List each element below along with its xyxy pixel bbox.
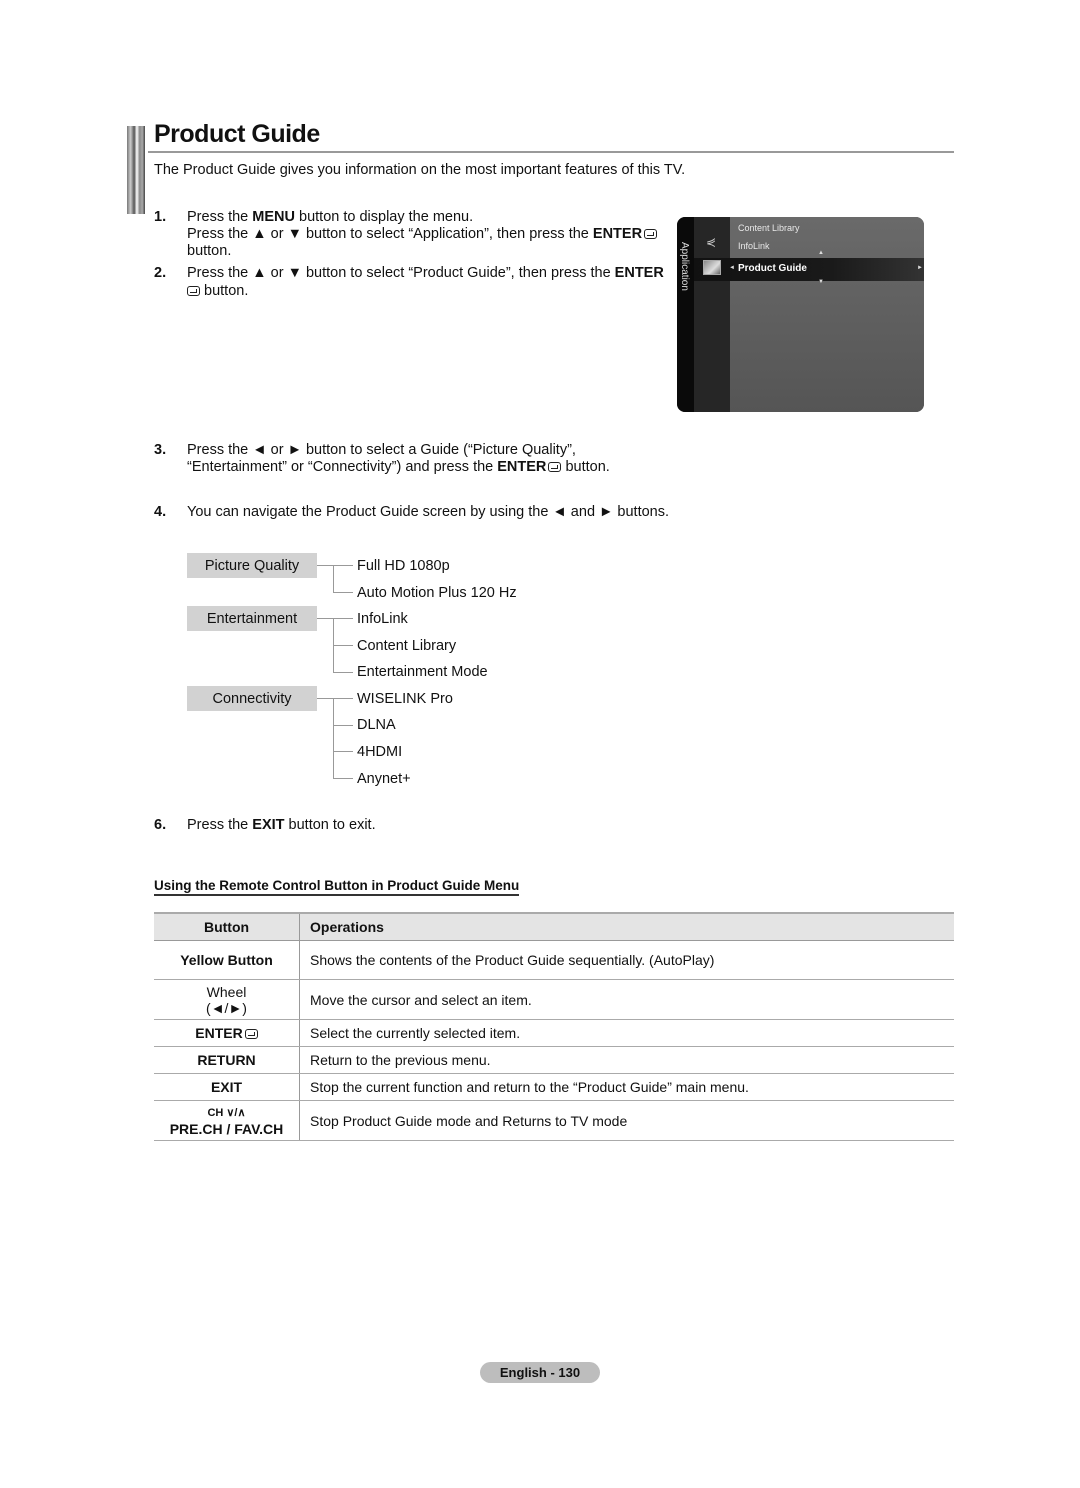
guide-category-connectivity: Connectivity	[187, 686, 317, 711]
tree-connector	[317, 565, 353, 566]
down-arrow-icon: ▼	[818, 279, 824, 285]
tv-menu-sidebar: Application	[677, 217, 694, 412]
guide-item: DLNA	[357, 717, 396, 733]
step-number: 1.	[154, 209, 167, 225]
tv-menu-screenshot: Application ⋞ Content Library InfoLink ◄…	[677, 217, 924, 412]
remote-operations-table: Button Operations Yellow Button Shows th…	[154, 912, 954, 1141]
step-text: Press the EXIT button to exit.	[187, 817, 376, 833]
right-arrow-icon: ►	[917, 265, 923, 271]
guide-item: 4HDMI	[357, 744, 403, 760]
guide-category-entertainment: Entertainment	[187, 606, 317, 631]
step-text: button.	[187, 282, 248, 300]
page-number-badge: English - 130	[480, 1362, 600, 1383]
tree-connector	[333, 672, 353, 673]
tree-connector	[333, 778, 353, 779]
table-header-row: Button Operations	[154, 912, 954, 941]
page-title: Product Guide	[154, 120, 320, 148]
column-header: Operations	[299, 912, 954, 941]
enter-icon	[548, 462, 562, 472]
guide-item: Full HD 1080p	[357, 558, 450, 574]
tree-connector	[333, 592, 353, 593]
tree-connector	[333, 565, 334, 592]
enter-icon	[644, 229, 658, 239]
button-cell: RETURN	[154, 1046, 300, 1074]
tree-connector	[333, 725, 353, 726]
guide-item: WISELINK Pro	[357, 691, 453, 707]
table-row: Wheel (◄/►) Move the cursor and select an…	[154, 979, 954, 1020]
title-divider	[148, 151, 954, 153]
section-marker-bar	[127, 126, 145, 214]
left-arrow-icon: ◄	[729, 265, 735, 271]
guide-category-picture-quality: Picture Quality	[187, 553, 317, 578]
operation-cell: Stop the current function and return to …	[299, 1073, 954, 1101]
step-number: 2.	[154, 265, 167, 281]
table-row: EXIT Stop the current function and retur…	[154, 1073, 954, 1101]
button-cell: EXIT	[154, 1073, 300, 1101]
operation-cell: Move the cursor and select an item.	[299, 979, 954, 1020]
column-header: Button	[154, 912, 300, 941]
tree-connector	[333, 645, 353, 646]
tree-connector	[333, 751, 353, 752]
table-row: ENTER Select the currently selected item…	[154, 1019, 954, 1047]
tv-menu-item: Content Library	[738, 223, 800, 233]
step-text: Press the ▲ or ▼ button to select “Produ…	[187, 265, 664, 281]
up-arrow-icon: ▲	[818, 250, 824, 256]
tv-menu-item: InfoLink	[738, 241, 770, 251]
step-text: Press the ◄ or ► button to select a Guid…	[187, 442, 576, 458]
guide-item: Entertainment Mode	[357, 664, 488, 680]
step-text: “Entertainment” or “Connectivity”) and p…	[187, 459, 610, 475]
intro-text: The Product Guide gives you information …	[154, 162, 686, 178]
step-text: Press the MENU button to display the men…	[187, 209, 474, 225]
tv-menu-list: Content Library InfoLink	[730, 217, 924, 412]
step-text: button.	[187, 243, 232, 259]
button-cell: ENTER	[154, 1019, 300, 1047]
tv-menu-icon-column: ⋞	[694, 217, 730, 412]
table-row: RETURN Return to the previous menu.	[154, 1046, 954, 1074]
button-cell: Yellow Button	[154, 940, 300, 980]
step-number: 4.	[154, 504, 167, 520]
operation-cell: Stop Product Guide mode and Returns to T…	[299, 1100, 954, 1141]
tree-connector	[317, 618, 353, 619]
step-number: 6.	[154, 817, 167, 833]
guide-item: InfoLink	[357, 611, 408, 627]
step-text: Press the ▲ or ▼ button to select “Appli…	[187, 225, 658, 243]
step-number: 3.	[154, 442, 167, 458]
enter-icon	[244, 1029, 258, 1039]
product-guide-icon	[703, 260, 721, 275]
operation-cell: Shows the contents of the Product Guide …	[299, 940, 954, 980]
enter-icon	[187, 286, 200, 296]
guide-item: Anynet+	[357, 771, 411, 787]
operation-cell: Select the currently selected item.	[299, 1019, 954, 1047]
step-text: You can navigate the Product Guide scree…	[187, 504, 670, 520]
table-row: Yellow Button Shows the contents of the …	[154, 940, 954, 980]
guide-item: Auto Motion Plus 120 Hz	[357, 585, 517, 601]
table-row: CH ∨/∧ PRE.CH / FAV.CH Stop Product Guide…	[154, 1100, 954, 1141]
section-heading: Using the Remote Control Button in Produ…	[154, 878, 520, 896]
satellite-icon: ⋞	[706, 235, 717, 249]
guide-item: Content Library	[357, 638, 457, 654]
button-cell: Wheel (◄/►)	[154, 979, 300, 1020]
tv-menu-selected-item: Product Guide	[738, 263, 807, 274]
operation-cell: Return to the previous menu.	[299, 1046, 954, 1074]
button-cell: CH ∨/∧ PRE.CH / FAV.CH	[154, 1100, 300, 1141]
tv-menu-category-label: Application	[679, 242, 690, 291]
tree-connector	[333, 698, 334, 778]
tree-connector	[317, 698, 353, 699]
